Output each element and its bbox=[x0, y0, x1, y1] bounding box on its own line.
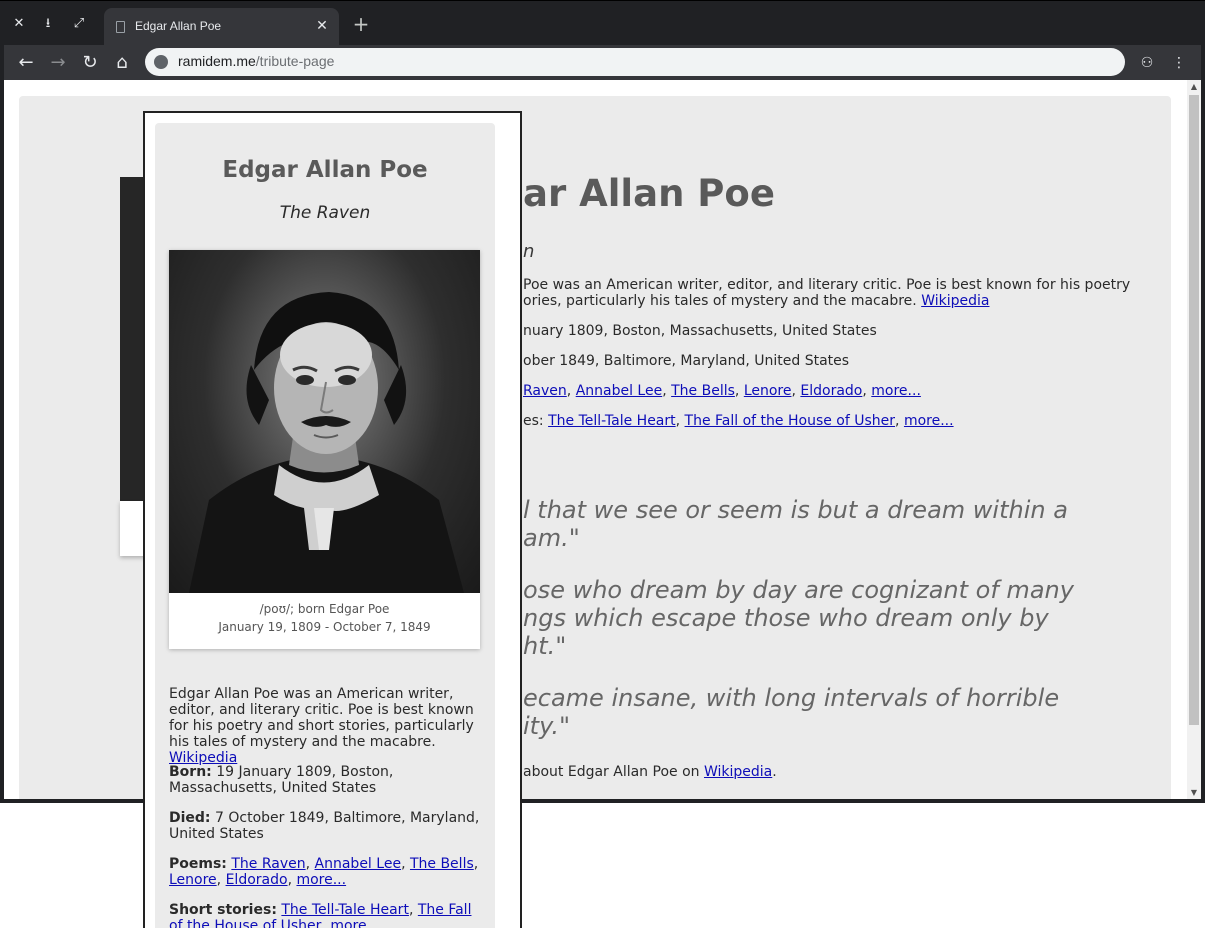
mobile-preview: Edgar Allan Poe The Raven /poʊ/; born Ed… bbox=[143, 111, 522, 928]
poem-link[interactable]: Raven bbox=[523, 383, 567, 399]
portrait-caption-pronunciation: /poʊ/; born Edgar Poe bbox=[259, 602, 390, 616]
portrait-caption-dates: January 19, 1809 - October 7, 1849 bbox=[218, 620, 431, 634]
arrow-right-icon[interactable]: → bbox=[46, 51, 70, 75]
poem-link[interactable]: Eldorado bbox=[226, 872, 288, 888]
tab-close-icon[interactable]: ✕ bbox=[313, 17, 331, 35]
poem-link[interactable]: The Bells bbox=[671, 383, 735, 399]
browser-toolbar: ← → ↻ ⌂ ramidem.me/tribute-page ⚇ ⋮ bbox=[0, 45, 1205, 80]
new-tab-icon[interactable]: + bbox=[351, 14, 371, 34]
scroll-up-icon[interactable]: ▲ bbox=[1189, 82, 1199, 92]
quote-line: ose who dream by day are cognizant of ma… bbox=[523, 576, 1074, 604]
url-host: ramidem.me bbox=[178, 53, 256, 69]
address-bar[interactable]: ramidem.me/tribute-page bbox=[145, 48, 1125, 76]
poem-link[interactable]: Annabel Lee bbox=[315, 856, 402, 872]
tab-title: Edgar Allan Poe bbox=[135, 19, 222, 33]
story-link[interactable]: The Tell-Tale Heart bbox=[548, 413, 676, 429]
mobile-card: Edgar Allan Poe The Raven /poʊ/; born Ed… bbox=[155, 123, 495, 928]
portrait-image bbox=[169, 250, 480, 593]
quote-line: ht." bbox=[523, 632, 567, 660]
more-info-line: about Edgar Allan Poe on Wikipedia. bbox=[523, 764, 777, 780]
story-link[interactable]: The Fall of the House of Usher bbox=[685, 413, 896, 429]
stories-line: es: The Tell-Tale Heart, The Fall of the… bbox=[523, 413, 954, 429]
bio-line: ories, particularly his tales of mystery… bbox=[523, 293, 989, 309]
arrow-left-icon[interactable]: ← bbox=[14, 51, 38, 75]
poems-line: Raven, Annabel Lee, The Bells, Lenore, E… bbox=[523, 383, 921, 399]
poem-link[interactable]: Annabel Lee bbox=[576, 383, 663, 399]
mobile-born: Born: 19 January 1809, Boston, Massachus… bbox=[169, 764, 483, 796]
url-text[interactable]: ramidem.me/tribute-page bbox=[178, 53, 334, 69]
mobile-bio: Edgar Allan Poe was an American writer, … bbox=[169, 686, 483, 766]
bio-line: Poe was an American writer, editor, and … bbox=[523, 277, 1131, 293]
mobile-died: Died: 7 October 1849, Baltimore, Marylan… bbox=[169, 810, 483, 842]
poems-label: Poems: bbox=[169, 856, 227, 872]
poem-link[interactable]: Lenore bbox=[744, 383, 792, 399]
page-title: ar Allan Poe bbox=[523, 172, 775, 215]
quote-line: am." bbox=[523, 524, 580, 552]
poems-more-link[interactable]: more... bbox=[871, 383, 921, 399]
born-line: nuary 1809, Boston, Massachusetts, Unite… bbox=[523, 323, 877, 339]
bio-text: Edgar Allan Poe was an American writer, … bbox=[169, 686, 474, 750]
story-link[interactable]: The Tell-Tale Heart bbox=[281, 902, 409, 918]
portrait-drawing bbox=[189, 292, 464, 593]
quote-line: l that we see or seem is but a dream wit… bbox=[523, 496, 1068, 524]
reload-icon[interactable]: ↻ bbox=[78, 51, 102, 75]
portrait-figure: /poʊ/; born Edgar Poe January 19, 1809 -… bbox=[169, 250, 480, 649]
poem-link[interactable]: The Raven bbox=[231, 856, 305, 872]
home-icon[interactable]: ⌂ bbox=[110, 51, 134, 75]
born-label: Born: bbox=[169, 764, 212, 780]
died-line: ober 1849, Baltimore, Maryland, United S… bbox=[523, 353, 850, 369]
mobile-page-subtitle: The Raven bbox=[279, 203, 371, 223]
download-icon[interactable]: ⭳ bbox=[38, 14, 58, 34]
stories-more-link[interactable]: more... bbox=[904, 413, 954, 429]
mobile-stories: Short stories: The Tell-Tale Heart, The … bbox=[169, 902, 483, 928]
poems-more-link[interactable]: more... bbox=[296, 872, 346, 888]
site-info-icon[interactable] bbox=[154, 55, 168, 69]
stories-more-link[interactable]: more... bbox=[330, 918, 380, 928]
mobile-page-title: Edgar Allan Poe bbox=[222, 157, 428, 183]
window-border bbox=[0, 45, 4, 803]
stories-label: es: bbox=[523, 413, 544, 429]
tab-active[interactable]: Edgar Allan Poe ✕ bbox=[104, 8, 339, 46]
page-icon bbox=[116, 21, 125, 33]
mobile-poems: Poems: The Raven, Annabel Lee, The Bells… bbox=[169, 856, 479, 888]
scrollbar[interactable]: ▲ ▼ bbox=[1187, 80, 1201, 803]
more-info-text: about Edgar Allan Poe on bbox=[523, 764, 700, 780]
bio-wikipedia-link[interactable]: Wikipedia bbox=[921, 293, 989, 309]
poem-link[interactable]: The Bells bbox=[410, 856, 474, 872]
poem-link[interactable]: Lenore bbox=[169, 872, 217, 888]
incognito-icon[interactable]: ⚇ bbox=[1135, 51, 1159, 75]
quote-line: ecame insane, with long intervals of hor… bbox=[523, 684, 1060, 712]
stories-label: Short stories: bbox=[169, 902, 277, 918]
more-info-wikipedia-link[interactable]: Wikipedia bbox=[704, 764, 772, 780]
scroll-thumb[interactable] bbox=[1189, 95, 1199, 725]
died-value: 7 October 1849, Baltimore, Maryland, Uni… bbox=[169, 810, 480, 842]
expand-icon[interactable]: ⤢ bbox=[69, 14, 89, 34]
url-path: /tribute-page bbox=[255, 53, 335, 69]
poem-link[interactable]: Eldorado bbox=[800, 383, 862, 399]
bio-text: ories, particularly his tales of mystery… bbox=[523, 293, 917, 309]
close-icon[interactable]: ✕ bbox=[9, 14, 29, 34]
tab-bar: ✕ ⭳ ⤢ Edgar Allan Poe ✕ + bbox=[0, 0, 1205, 46]
quote-line: ngs which escape those who dream only by bbox=[523, 604, 1049, 632]
died-label: Died: bbox=[169, 810, 211, 826]
quote-line: ity." bbox=[523, 712, 571, 740]
kebab-menu-icon[interactable]: ⋮ bbox=[1167, 51, 1191, 75]
scroll-down-icon[interactable]: ▼ bbox=[1189, 788, 1199, 798]
page-subtitle: n bbox=[523, 241, 535, 262]
window-border bbox=[1201, 45, 1205, 803]
